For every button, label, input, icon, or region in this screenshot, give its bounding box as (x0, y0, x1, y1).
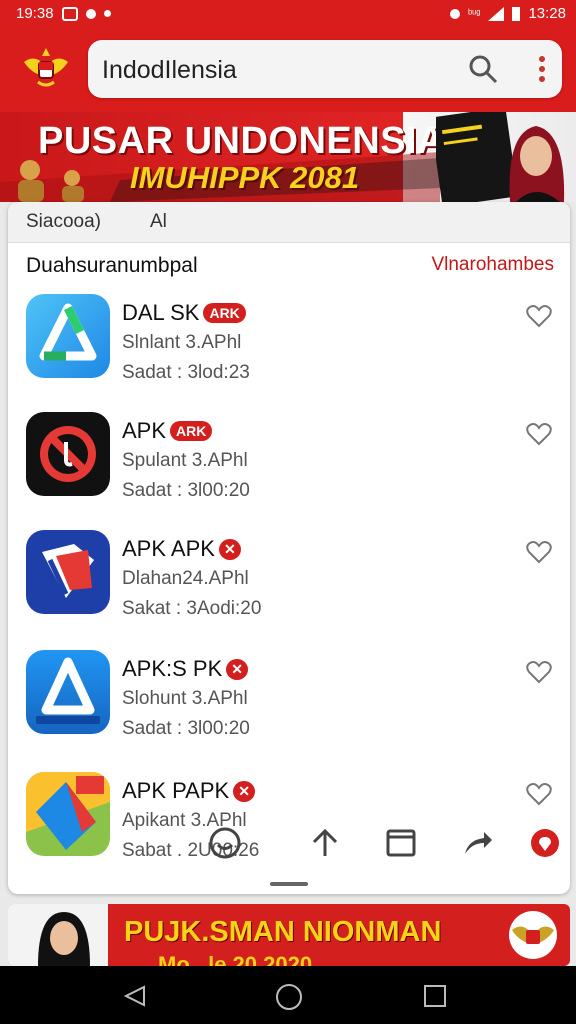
app-date: Sadat : 3l00:20 (122, 718, 250, 739)
more-vertical-icon[interactable] (536, 54, 548, 84)
app-name: APK ARK (122, 418, 213, 444)
garuda-emblem-icon (509, 911, 557, 959)
app-name: APK:S PK ✕ (122, 656, 249, 682)
app-name-text: APK APK (122, 536, 215, 561)
signal-icon (488, 6, 505, 21)
apk-badge: ✕ (233, 780, 255, 802)
gallery-notification-icon (61, 6, 78, 21)
status-time-right: 13:28 (528, 5, 566, 22)
app-icon-a-blue[interactable] (26, 650, 110, 734)
promo-banner[interactable]: PUSAR UNDONENSIA IMUHIPPK 2081 (0, 112, 576, 202)
app-name: APK PAPK ✕ (122, 778, 255, 804)
location-icon[interactable] (528, 826, 562, 860)
battery-icon (512, 6, 521, 21)
status-bar: 19:38 ᵇᵘᵍ 13:28 (0, 0, 576, 28)
drag-handle[interactable] (270, 882, 308, 886)
app-size: Spulant 3.APhl (122, 450, 248, 471)
app-header: IndodIlensia (0, 28, 576, 112)
app-name-text: DAL SK (122, 300, 200, 325)
network-label: ᵇᵘᵍ (467, 7, 481, 20)
app-date: Sakat : 3Aodi:20 (122, 598, 262, 619)
app-icon-blocked-black[interactable] (26, 412, 110, 496)
woman-illustration-icon (8, 904, 108, 966)
heart-icon[interactable] (526, 782, 552, 806)
filter-tab-1[interactable]: Siacooa) (26, 211, 101, 233)
app-icon-colorful[interactable] (26, 772, 110, 856)
app-list-item[interactable]: APK APK ✕ Dlahan24.APhl Sakat : 3Aodi:20 (8, 530, 570, 648)
app-name: DAL SK ARK (122, 300, 246, 326)
emoji-icon[interactable] (208, 826, 242, 860)
app-list-item[interactable]: APK ARK Spulant 3.APhl Sadat : 3l00:20 (8, 412, 570, 530)
search-input[interactable]: IndodIlensia (102, 56, 237, 85)
search-icon[interactable] (468, 54, 498, 84)
app-date: Sadat : 3l00:20 (122, 480, 250, 501)
filter-row: Siacooa) Al (8, 202, 570, 243)
share-icon[interactable] (460, 826, 494, 860)
status-time-left: 19:38 (16, 5, 54, 22)
app-name-text: APK (122, 418, 167, 443)
app-date: Sadat : 3lod:23 (122, 362, 250, 383)
app-icon-triangle-blue[interactable] (26, 294, 110, 378)
app-size: Slnlant 3.APhl (122, 332, 242, 353)
woman-with-phone-illustration-icon (436, 112, 565, 202)
search-bar[interactable]: IndodIlensia (88, 40, 562, 98)
app-name-text: APK PAPK (122, 778, 230, 803)
app-list-card: Siacooa) Al Duahsuranumbpal Vlnarohambes… (8, 202, 570, 894)
ad-subtitle: Mo...le 20 2020 (158, 952, 313, 966)
apk-badge: ✕ (226, 658, 249, 680)
heart-icon[interactable] (526, 422, 552, 446)
see-all-link[interactable]: Vlnarohambes (431, 254, 554, 276)
banner-subtitle: IMUHIPPK 2081 (130, 160, 360, 195)
app-name-text: APK:S PK (122, 656, 223, 681)
bottom-ad-banner[interactable]: PUJK.SMAN NIONMAN Mo...le 20 2020 (8, 904, 570, 966)
alarm-icon (449, 8, 460, 19)
heart-icon[interactable] (526, 304, 552, 328)
heart-icon[interactable] (526, 660, 552, 684)
apk-badge: ✕ (218, 538, 241, 560)
app-size: Dlahan24.APhl (122, 568, 249, 589)
heart-icon[interactable] (526, 540, 552, 564)
garuda-logo-icon (24, 48, 68, 87)
tab-icon[interactable] (384, 826, 418, 860)
back-icon[interactable] (124, 985, 146, 1007)
app-name: APK APK ✕ (122, 536, 241, 562)
upload-icon[interactable] (308, 826, 342, 860)
app-icon-folder-blue[interactable] (26, 530, 110, 614)
apk-badge: ARK (203, 303, 246, 323)
app-list-item[interactable]: APK:S PK ✕ Slohunt 3.APhl Sadat : 3l00:20 (8, 650, 570, 768)
apk-badge: ARK (170, 421, 213, 441)
chat-notification-icon (85, 8, 96, 19)
filter-tab-2[interactable]: Al (150, 211, 167, 233)
app-size: Slohunt 3.APhl (122, 688, 248, 709)
status-right: ᵇᵘᵍ 13:28 (449, 5, 566, 22)
recent-apps-icon[interactable] (424, 985, 446, 1007)
app-list-item[interactable]: DAL SK ARK Slnlant 3.APhl Sadat : 3lod:23 (8, 294, 570, 412)
banner-title: PUSAR UNDONENSIA (38, 120, 446, 162)
system-navigation-bar (0, 966, 576, 1024)
bottom-toolbar (208, 826, 570, 870)
ad-title: PUJK.SMAN NIONMAN (124, 916, 442, 948)
status-left: 19:38 (16, 5, 111, 22)
section-title: Duahsuranumbpal (26, 254, 198, 277)
home-icon[interactable] (276, 984, 302, 1010)
dot-notification-icon (103, 10, 111, 17)
